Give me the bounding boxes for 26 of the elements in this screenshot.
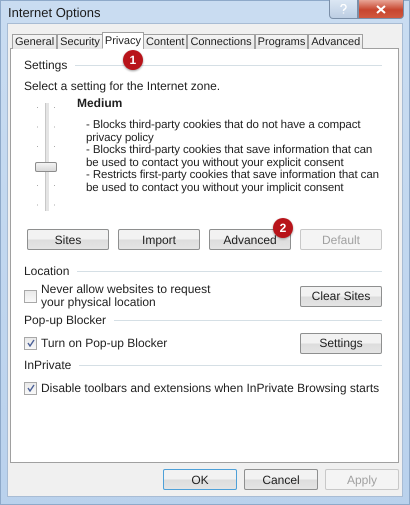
zone-prompt: Select a setting for the Internet zone.: [24, 79, 222, 93]
section-heading: Settings: [24, 58, 68, 72]
privacy-level: Medium: [77, 96, 124, 110]
description-text: - Restricts first-party cookies that save information that can be used to contact you without your implicit consent: [86, 169, 380, 194]
dialog-button[interactable]: Cancel: [244, 469, 318, 490]
section-heading: Pop-up Blocker: [24, 313, 106, 327]
action-button[interactable]: Sites: [27, 229, 109, 250]
section-button[interactable]: Clear Sites: [300, 286, 382, 306]
tab[interactable]: Programs: [254, 34, 308, 49]
tab[interactable]: Content: [142, 34, 188, 49]
section-button[interactable]: Settings: [300, 332, 382, 354]
tab[interactable]: Privacy: [102, 32, 144, 49]
checkbox-label: Disable toolbars and extensions when InPrivate Browsing starts: [41, 382, 380, 394]
tab[interactable]: Advanced: [308, 34, 364, 49]
tab[interactable]: Connections: [187, 34, 255, 49]
section-heading: Location: [24, 264, 70, 278]
section-heading: InPrivate: [24, 358, 72, 372]
description-text: - Blocks third-party cookies that save information that can be used to contact you without your explicit consent: [86, 144, 374, 169]
dialog-button[interactable]: OK: [163, 469, 237, 490]
tab[interactable]: General: [12, 34, 58, 49]
checkbox-label: Turn on Pop-up Blocker: [41, 336, 168, 350]
tab[interactable]: Security: [57, 34, 103, 49]
checkbox-label: Never allow websites to request your physical location: [41, 283, 212, 309]
description-text: - Blocks third-party cookies that do not have a compact privacy policy: [86, 119, 362, 144]
action-button[interactable]: Import: [118, 229, 200, 250]
window-title: Internet Options: [8, 4, 100, 20]
